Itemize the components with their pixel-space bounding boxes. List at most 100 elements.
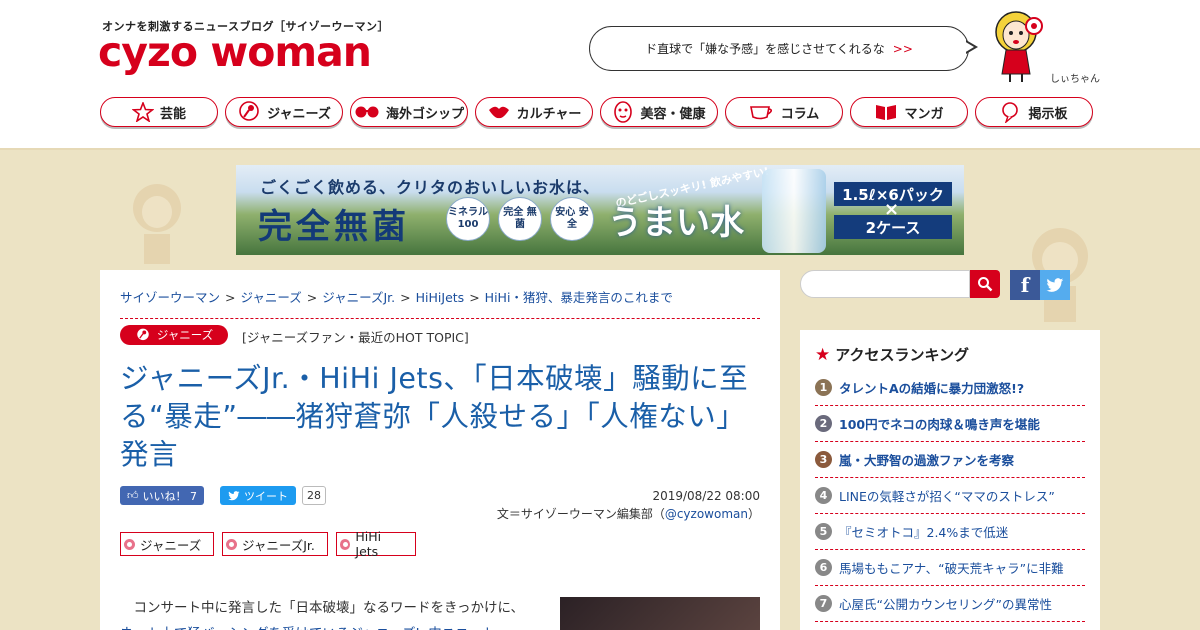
author-suffix: ） [747, 507, 760, 521]
site-header: オンナを刺激するニュースブログ［サイゾーウーマン］ cyzo woman ド直球… [0, 0, 1200, 150]
tag-dot-icon [226, 538, 237, 550]
water-bottle-icon [762, 169, 826, 253]
ranking-item-label: 嵐・大野智の過激ファンを考察 [839, 453, 1015, 468]
thumbs-up-icon: 👍︎ [127, 489, 139, 502]
breadcrumb-separator: > [400, 290, 411, 305]
ranking-item-label: 馬場ももこアナ、“破天荒キャラ”に非難 [839, 561, 1064, 576]
breadcrumb-separator: > [469, 290, 480, 305]
sunglasses-icon [355, 106, 379, 118]
site-logo[interactable]: cyzo woman [98, 27, 372, 77]
tag-dot-icon [124, 538, 135, 550]
bubble-tail-fill [964, 41, 974, 53]
article-topic: [ジャニーズファン・最近のHOT TOPIC] [242, 330, 469, 345]
bubble-text: ド直球で「嫌な予感」を感じさせてくれるな [645, 42, 885, 56]
tweet-button[interactable]: ツイート [220, 486, 296, 505]
tag-label: ジャニーズ [140, 537, 202, 553]
ranking-item[interactable]: 1 タレントAの結婚に暴力団激怒!? [815, 370, 1085, 406]
microphone-icon [239, 101, 259, 121]
breadcrumb-link[interactable]: HiHiJets [416, 290, 465, 305]
ad-headline: 完全無菌 [258, 207, 410, 247]
ranking-item[interactable]: 6 馬場ももこアナ、“破天荒キャラ”に非難 [815, 550, 1085, 586]
nav-item-label: ジャニーズ [267, 106, 331, 122]
breadcrumb-link[interactable]: サイゾーウーマン [120, 290, 220, 305]
microphone-icon [137, 328, 149, 341]
nav-item-kaigai-gossip[interactable]: 海外ゴシップ [350, 97, 468, 127]
star-icon: ★ [815, 344, 831, 365]
search-icon [978, 277, 993, 292]
article-main: サイゾーウーマン > ジャニーズ > ジャニーズJr. > HiHiJets > HiHi・猪狩… [100, 270, 780, 630]
ranking-title: ★ アクセスランキング [815, 344, 1085, 365]
ranking-item[interactable]: 2 100円でネコの肉球＆鳴き声を堪能 [815, 406, 1085, 442]
background-mascot-left-icon [133, 184, 181, 264]
nav-item-label: マンガ [904, 106, 944, 122]
search-input[interactable] [800, 270, 970, 298]
ranking-number-badge: 2 [815, 415, 832, 432]
tag-item[interactable]: ジャニーズ [120, 532, 214, 556]
breadcrumb-link[interactable]: ジャニーズJr. [322, 290, 395, 305]
tag-dot-icon [340, 538, 351, 550]
ranking-number-badge: 5 [815, 523, 832, 540]
nav-item-culture[interactable]: カルチャー [475, 97, 593, 127]
nav-item-johnnys[interactable]: ジャニーズ [225, 97, 343, 127]
category-badge[interactable]: ジャニーズ [120, 325, 228, 345]
ad-badge: 完全 無菌 [498, 197, 542, 241]
ranking-item-label: タレントAの結婚に暴力団激怒!? [839, 381, 1025, 396]
ranking-item[interactable]: 3 嵐・大野智の過激ファンを考察 [815, 442, 1085, 478]
ad-slogan: うまい水 [608, 203, 744, 243]
ranking-item-label: 心屋氏“公開カウンセリング”の異常性 [839, 597, 1052, 612]
star-icon [131, 102, 154, 122]
twitter-bird-icon [1046, 277, 1064, 292]
facebook-icon: f [1020, 273, 1030, 297]
tag-item[interactable]: ジャニーズJr. [222, 532, 328, 556]
category-nav: 芸能 ジャニーズ 海外ゴシップ カルチャー 美容・健康 コラム マンガ 掲示板 [100, 97, 1093, 127]
nav-item-label: 海外ゴシップ [385, 106, 464, 122]
ad-badge: ミネラル 100 [446, 197, 490, 241]
article-body: コンサート中に発言した「日本破壊」なるワードをきっかけに、 ネット上で猛バッシン… [120, 595, 540, 630]
article-body-line: コンサート中に発言した「日本破壊」なるワードをきっかけに、 [133, 600, 525, 616]
ranking-item[interactable]: 4 LINEの気軽さが招く“ママのストレス” [815, 478, 1085, 514]
ranking-number-badge: 3 [815, 451, 832, 468]
article-meta: 2019/08/22 08:00 文＝サイゾーウーマン編集部（@cyzowoma… [497, 487, 760, 523]
tag-item[interactable]: HiHi Jets [336, 529, 416, 559]
nav-item-label: 美容・健康 [640, 106, 706, 122]
article-title: ジャニーズJr.・HiHi Jets、「日本破壊」騒動に至る“暴走”――猪狩蒼弥… [120, 362, 749, 471]
nav-item-beauty[interactable]: 美容・健康 [600, 97, 718, 127]
mascot-name: しぃちゃん [1050, 74, 1100, 85]
ad-top-line: ごくごく飲める、クリタのおいしいお水は、 [260, 178, 601, 197]
nav-item-label: 掲示板 [1028, 106, 1068, 122]
twitter-share-button[interactable] [1040, 270, 1070, 300]
tag-label: HiHi Jets [355, 529, 382, 559]
breadcrumb-link[interactable]: ジャニーズ [241, 290, 302, 305]
facebook-like-button[interactable]: 👍︎ いいね！ 7 [120, 486, 204, 505]
mascot-speech-bubble[interactable]: ド直球で「嫌な予感」を感じさせてくれるな >> [589, 26, 969, 71]
chat-icon [1002, 102, 1019, 123]
ranking-item-label: 100円でネコの肉球＆鳴き声を堪能 [839, 417, 1040, 432]
nav-item-label: カルチャー [516, 106, 582, 122]
nav-item-bbs[interactable]: 掲示板 [975, 97, 1093, 127]
face-mask-icon [614, 101, 633, 123]
category-badge-label: ジャニーズ [156, 328, 214, 342]
tweet-count: 28 [302, 486, 326, 505]
mascot-shiichan-icon[interactable] [990, 6, 1050, 84]
nav-item-geinou[interactable]: 芸能 [100, 97, 218, 127]
ranking-item[interactable]: 5 『セミオトコ』2.4%まで低迷 [815, 514, 1085, 550]
nav-item-column[interactable]: コラム [725, 97, 843, 127]
facebook-share-button[interactable]: f [1010, 270, 1040, 300]
nav-item-label: コラム [780, 106, 820, 122]
article-date: 2019/08/22 08:00 [652, 489, 760, 503]
article-author: 文＝サイゾーウーマン編集部（@cyzowoman） [497, 505, 760, 523]
article-photo[interactable] [560, 597, 760, 630]
breadcrumb: サイゾーウーマン > ジャニーズ > ジャニーズJr. > HiHiJets > HiHi・猪狩… [120, 287, 760, 319]
nav-item-manga[interactable]: マンガ [850, 97, 968, 127]
breadcrumb-link[interactable]: HiHi・猪狩、暴走発言のこれまで [485, 290, 673, 305]
ranking-item[interactable]: 7 心屋氏“公開カウンセリング”の異常性 [815, 586, 1085, 622]
ad-badge: 安心 安全 [550, 197, 594, 241]
search-button[interactable] [970, 270, 1000, 298]
breadcrumb-separator: > [306, 290, 318, 305]
ad-banner[interactable]: ごくごく飲める、クリタのおいしいお水は、 完全無菌 ミネラル 100 完全 無菌… [236, 165, 964, 255]
ranking-number-badge: 1 [815, 379, 832, 396]
article-body-line: ネット上で猛バッシングを受けているジャニーズJr.内ユニット・ [120, 621, 540, 630]
tweet-label: ツイート [244, 489, 288, 503]
bubble-more-link[interactable]: >> [893, 42, 913, 56]
author-handle-link[interactable]: @cyzowoman [665, 507, 748, 521]
